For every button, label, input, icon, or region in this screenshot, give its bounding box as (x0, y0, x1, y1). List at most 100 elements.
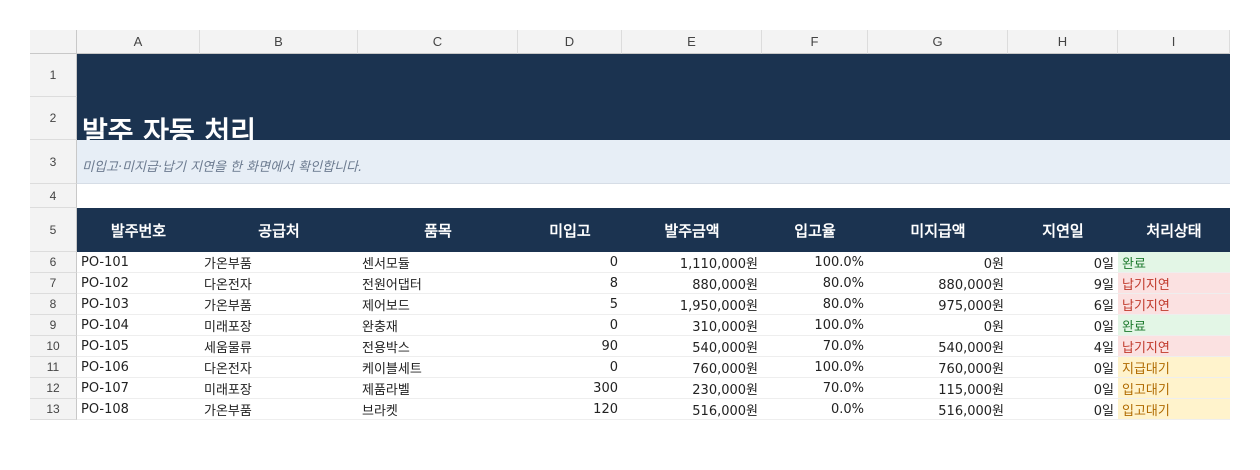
column-header-b[interactable]: B (200, 30, 358, 54)
sheet-subtitle[interactable]: 미입고·미지급·납기 지연을 한 화면에서 확인합니다. (82, 156, 362, 175)
table-cell[interactable]: 0일 (1008, 378, 1118, 399)
table-cell[interactable]: 230,000원 (622, 378, 762, 399)
status-badge[interactable]: 지급대기 (1118, 357, 1230, 378)
table-cell[interactable]: 80.0% (762, 294, 868, 315)
table-cell[interactable]: 0일 (1008, 399, 1118, 420)
table-cell[interactable]: 브라켓 (358, 399, 518, 420)
column-header-c[interactable]: C (358, 30, 518, 54)
column-heading[interactable]: 지연일 (1008, 208, 1118, 252)
column-heading[interactable]: 발주금액 (622, 208, 762, 252)
table-cell[interactable]: 완충재 (358, 315, 518, 336)
table-cell[interactable]: 90 (518, 336, 622, 357)
table-cell[interactable]: 가온부품 (200, 252, 358, 273)
table-cell[interactable]: 0 (518, 315, 622, 336)
table-cell[interactable]: 6일 (1008, 294, 1118, 315)
table-cell[interactable]: 516,000원 (622, 399, 762, 420)
table-cell[interactable]: 0 (518, 357, 622, 378)
column-header-d[interactable]: D (518, 30, 622, 54)
column-header-f[interactable]: F (762, 30, 868, 54)
table-cell[interactable]: 100.0% (762, 357, 868, 378)
table-cell[interactable]: 미래포장 (200, 378, 358, 399)
table-cell[interactable]: 다온전자 (200, 273, 358, 294)
table-cell[interactable]: 가온부품 (200, 399, 358, 420)
table-cell[interactable]: 760,000원 (622, 357, 762, 378)
empty-row[interactable] (77, 184, 1230, 208)
row-header-7[interactable]: 7 (30, 273, 77, 294)
table-cell[interactable]: 가온부품 (200, 294, 358, 315)
table-cell[interactable]: 센서모듈 (358, 252, 518, 273)
table-cell[interactable]: 310,000원 (622, 315, 762, 336)
table-cell[interactable]: 제품라벨 (358, 378, 518, 399)
column-header-e[interactable]: E (622, 30, 762, 54)
row-header-11[interactable]: 11 (30, 357, 77, 378)
status-badge[interactable]: 납기지연 (1118, 336, 1230, 357)
table-cell[interactable]: 760,000원 (868, 357, 1008, 378)
table-cell[interactable]: PO-103 (77, 294, 200, 315)
table-cell[interactable]: 1,110,000원 (622, 252, 762, 273)
table-cell[interactable]: 제어보드 (358, 294, 518, 315)
table-cell[interactable]: 다온전자 (200, 357, 358, 378)
table-cell[interactable]: 975,000원 (868, 294, 1008, 315)
table-cell[interactable]: 전원어댑터 (358, 273, 518, 294)
table-cell[interactable]: PO-106 (77, 357, 200, 378)
column-heading[interactable]: 발주번호 (77, 208, 200, 252)
column-header-a[interactable]: A (77, 30, 200, 54)
row-header-5[interactable]: 5 (30, 208, 77, 252)
table-cell[interactable]: PO-105 (77, 336, 200, 357)
column-heading[interactable]: 품목 (358, 208, 518, 252)
column-heading[interactable]: 입고율 (762, 208, 868, 252)
status-badge[interactable]: 완료 (1118, 315, 1230, 336)
column-heading[interactable]: 처리상태 (1118, 208, 1230, 252)
row-header-4[interactable]: 4 (30, 184, 77, 208)
table-cell[interactable]: 80.0% (762, 273, 868, 294)
table-cell[interactable]: 4일 (1008, 336, 1118, 357)
status-badge[interactable]: 완료 (1118, 252, 1230, 273)
table-cell[interactable]: 880,000원 (868, 273, 1008, 294)
column-header-g[interactable]: G (868, 30, 1008, 54)
column-heading[interactable]: 미지급액 (868, 208, 1008, 252)
table-cell[interactable]: 115,000원 (868, 378, 1008, 399)
table-cell[interactable]: 8 (518, 273, 622, 294)
status-badge[interactable]: 납기지연 (1118, 273, 1230, 294)
table-cell[interactable]: 0원 (868, 252, 1008, 273)
table-cell[interactable]: 0.0% (762, 399, 868, 420)
row-header-8[interactable]: 8 (30, 294, 77, 315)
table-cell[interactable]: 540,000원 (622, 336, 762, 357)
table-cell[interactable]: PO-104 (77, 315, 200, 336)
table-cell[interactable]: 516,000원 (868, 399, 1008, 420)
table-cell[interactable]: 5 (518, 294, 622, 315)
table-cell[interactable]: 0일 (1008, 357, 1118, 378)
table-cell[interactable]: PO-107 (77, 378, 200, 399)
table-cell[interactable]: 540,000원 (868, 336, 1008, 357)
table-cell[interactable]: 70.0% (762, 378, 868, 399)
table-cell[interactable]: 1,950,000원 (622, 294, 762, 315)
table-cell[interactable]: 0일 (1008, 315, 1118, 336)
status-badge[interactable]: 납기지연 (1118, 294, 1230, 315)
select-all-corner[interactable] (30, 30, 77, 54)
table-cell[interactable]: 미래포장 (200, 315, 358, 336)
row-header-13[interactable]: 13 (30, 399, 77, 420)
status-badge[interactable]: 입고대기 (1118, 378, 1230, 399)
row-header-10[interactable]: 10 (30, 336, 77, 357)
row-header-3[interactable]: 3 (30, 140, 77, 184)
table-cell[interactable]: PO-101 (77, 252, 200, 273)
status-badge[interactable]: 입고대기 (1118, 399, 1230, 420)
table-cell[interactable]: 0 (518, 252, 622, 273)
table-cell[interactable]: 70.0% (762, 336, 868, 357)
column-heading[interactable]: 공급처 (200, 208, 358, 252)
table-cell[interactable]: 케이블세트 (358, 357, 518, 378)
row-header-9[interactable]: 9 (30, 315, 77, 336)
column-header-h[interactable]: H (1008, 30, 1118, 54)
row-header-12[interactable]: 12 (30, 378, 77, 399)
table-cell[interactable]: PO-108 (77, 399, 200, 420)
table-cell[interactable]: 300 (518, 378, 622, 399)
table-cell[interactable]: 0일 (1008, 252, 1118, 273)
table-cell[interactable]: 9일 (1008, 273, 1118, 294)
table-cell[interactable]: 전용박스 (358, 336, 518, 357)
column-header-i[interactable]: I (1118, 30, 1230, 54)
row-header-6[interactable]: 6 (30, 252, 77, 273)
table-cell[interactable]: 100.0% (762, 252, 868, 273)
table-cell[interactable]: 100.0% (762, 315, 868, 336)
table-cell[interactable]: 0원 (868, 315, 1008, 336)
row-header-2[interactable]: 2 (30, 97, 77, 140)
